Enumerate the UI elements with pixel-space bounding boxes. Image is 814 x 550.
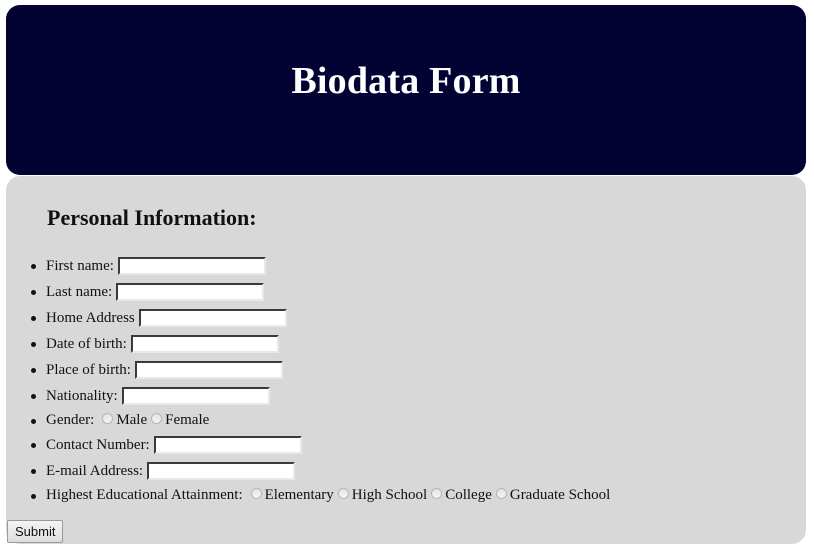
radio-graduate-school[interactable]	[495, 488, 507, 499]
radio-high-school[interactable]	[337, 488, 349, 499]
field-list: First name: Last name: Home Address Date…	[6, 253, 610, 507]
home-address-input[interactable]	[138, 309, 287, 327]
education-option-label: College	[445, 487, 492, 503]
radio-college[interactable]	[431, 488, 443, 499]
email-address-label: E-mail Address:	[46, 462, 144, 479]
field-contact-number: Contact Number:	[30, 432, 610, 458]
gender-option-female[interactable]: Female	[147, 412, 209, 429]
field-first-name: First name:	[30, 253, 610, 279]
field-nationality: Nationality:	[30, 383, 610, 409]
gender-option-label: Male	[116, 412, 148, 428]
date-of-birth-label: Date of birth:	[46, 335, 127, 352]
date-of-birth-input[interactable]	[130, 335, 279, 353]
education-option-label: Graduate School	[509, 487, 611, 503]
contact-number-input[interactable]	[153, 436, 302, 454]
page-title: Biodata Form	[291, 60, 521, 102]
place-of-birth-label: Place of birth:	[46, 361, 131, 378]
field-date-of-birth: Date of birth:	[30, 331, 610, 357]
field-place-of-birth: Place of birth:	[30, 357, 610, 383]
email-address-input[interactable]	[147, 462, 296, 480]
gender-label: Gender:	[46, 412, 95, 428]
contact-number-label: Contact Number:	[46, 436, 150, 453]
nationality-label: Nationality:	[46, 387, 118, 404]
gender-option-label: Female	[165, 412, 210, 428]
radio-female[interactable]	[151, 413, 163, 424]
education-option-elementary[interactable]: Elementary	[247, 487, 334, 504]
radio-male[interactable]	[102, 413, 114, 424]
place-of-birth-input[interactable]	[134, 361, 283, 379]
field-email-address: E-mail Address:	[30, 458, 610, 484]
education-label: Highest Educational Attainment:	[46, 487, 243, 503]
field-gender: Gender: Male Female	[30, 409, 610, 432]
education-option-college[interactable]: College	[427, 487, 492, 504]
first-name-label: First name:	[46, 257, 114, 274]
field-last-name: Last name:	[30, 279, 610, 305]
section-title: Personal Information:	[47, 205, 257, 230]
submit-button[interactable]: Submit	[7, 520, 64, 543]
first-name-input[interactable]	[117, 257, 266, 275]
nationality-input[interactable]	[121, 387, 270, 405]
page-header: Biodata Form	[6, 5, 806, 175]
form-panel: Personal Information: First name: Last n…	[6, 176, 806, 544]
last-name-label: Last name:	[46, 283, 113, 300]
last-name-input[interactable]	[116, 283, 265, 301]
home-address-label: Home Address	[46, 309, 135, 326]
gender-option-male[interactable]: Male	[98, 412, 147, 429]
education-option-label: Elementary	[264, 487, 334, 503]
field-education: Highest Educational Attainment: Elementa…	[30, 484, 610, 507]
field-home-address: Home Address	[30, 305, 610, 331]
radio-elementary[interactable]	[250, 488, 262, 499]
education-option-label: High School	[351, 487, 428, 503]
education-option-graduate-school[interactable]: Graduate School	[492, 487, 610, 504]
education-option-high-school[interactable]: High School	[334, 487, 427, 504]
